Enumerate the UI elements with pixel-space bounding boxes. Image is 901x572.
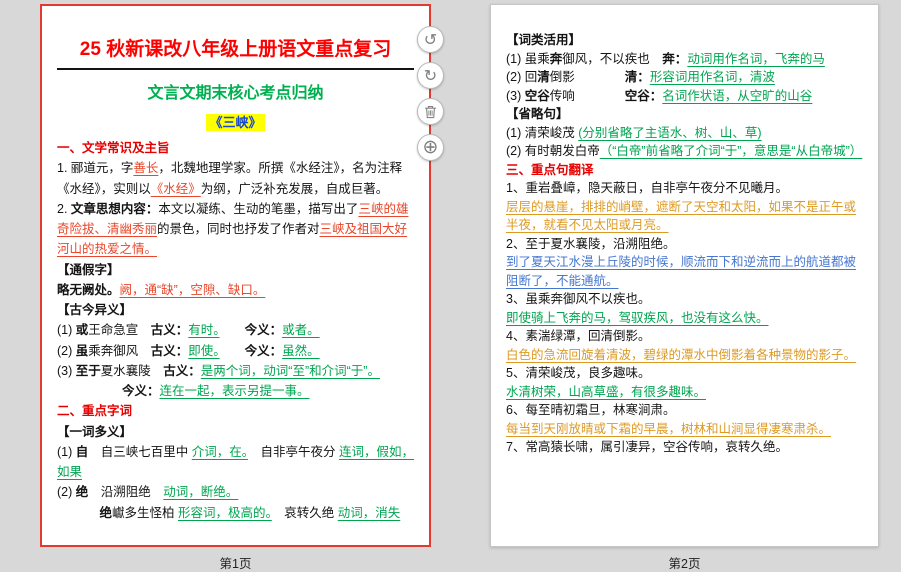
text-line: (1) 或王命急宣 古义：有时。 今义：或者。 [57,320,414,340]
text-line: 1、重岩叠嶂，隐天蔽日，自非亭午夜分不见曦月。 [506,179,863,198]
text-line: 2. 文章思想内容：本文以凝练、生动的笔墨，描写出了三峡的雄奇险拔、清幽秀丽的景… [57,199,414,260]
text-line: 5、清荣峻茂，良多趣味。 [506,364,863,383]
document-title: 25 秋新课改八年级上册语文重点复习 [57,34,414,61]
trash-icon [424,105,437,119]
text-line: 2、至于夏水襄陵，沿溯阻绝。 [506,235,863,254]
text-line: 层层的悬崖，排排的峭壁，遮断了天空和太阳，如果不是正午或半夜，就看不见太阳或月亮… [506,198,863,235]
text-line: 6、每至晴初霜旦，林寒涧肃。 [506,401,863,420]
rotate-ccw-icon: ↺ [424,32,437,48]
text-line: 二、重点字词 [57,401,414,421]
page-1-content: 一、文学常识及主旨1. 郦道元，字善长，北魏地理学家。所撰《水经注》，名为注释《… [57,138,414,523]
text-line: 水清树荣，山高草盛，有很多趣味。 [506,383,863,402]
page-2-label: 第2页 [490,553,879,572]
rotate-cw-icon: ↻ [424,68,437,84]
text-line: (1) 清荣峻茂 (分别省略了主语水、树、山、草) [506,124,863,143]
page-toolbar: ↺ ↻ ⊕ [417,26,444,161]
text-line: 4、素湍绿潭，回清倒影。 [506,327,863,346]
text-line: (2) 绝 沿溯阻绝 动词，断绝。 [57,482,414,502]
page-1[interactable]: 25 秋新课改八年级上册语文重点复习 文言文期末核心考点归纳 《三峡》 一、文学… [40,4,431,547]
text-line: (1) 自 自三峡七百里中 介词，在。 自非亭午夜分 连词，假如，如果 [57,442,414,483]
text-line: 一、文学常识及主旨 [57,138,414,158]
page-1-label: 第1页 [40,553,431,572]
text-line: 【词类活用】 [506,31,863,50]
text-line: 【一词多义】 [57,422,414,442]
page-2-body: 【词类活用】(1) 虽乘奔御风，不以疾也 奔：动词用作名词，飞奔的马(2) 回清… [491,5,878,457]
text-line: 今义：连在一起，表示另提一事。 [57,381,414,401]
text-line: 7、常高猿长啸，属引凄异，空谷传响，哀转久绝。 [506,438,863,457]
title-divider [57,68,414,70]
text-line: 即使骑上飞奔的马，驾驭疾风，也没有这么快。 [506,309,863,328]
text-line: 白色的急流回旋着清波，碧绿的潭水中倒影着各种景物的影子。 [506,346,863,365]
text-line: 3、虽乘奔御风不以疾也。 [506,290,863,309]
document-subtitle: 文言文期末核心考点归纳 [57,79,414,103]
rotate-cw-button[interactable]: ↻ [417,62,444,89]
text-line: 三、重点句翻译 [506,161,863,180]
plus-circle-icon: ⊕ [423,138,439,157]
page-2-content: 【词类活用】(1) 虽乘奔御风，不以疾也 奔：动词用作名词，飞奔的马(2) 回清… [506,31,863,457]
text-line: 到了夏天江水漫上丘陵的时候，顺流而下和逆流而上的航道都被阻断了，不能通航。 [506,253,863,290]
page-1-body: 25 秋新课改八年级上册语文重点复习 文言文期末核心考点归纳 《三峡》 一、文学… [42,6,429,523]
text-line: 【古今异义】 [57,300,414,320]
zoom-in-button[interactable]: ⊕ [417,134,444,161]
delete-page-button[interactable] [417,98,444,125]
text-line: (1) 虽乘奔御风，不以疾也 奔：动词用作名词，飞奔的马 [506,50,863,69]
workspace: { "colors": { "page_border_selected": "#… [0,0,901,571]
text-line: (3) 空谷传响 空谷：名词作状语，从空旷的山谷 [506,87,863,106]
text-line: 绝巘多生怪柏 形容词，极高的。 哀转久绝 动词，消失 [57,503,414,523]
text-line: (2) 虽乘奔御风 古义：即使。 今义：虽然。 [57,341,414,361]
text-line: 略无阙处。阙，通“缺”，空隙、缺口。 [57,280,414,300]
rotate-ccw-button[interactable]: ↺ [417,26,444,53]
page-2[interactable]: 【词类活用】(1) 虽乘奔御风，不以疾也 奔：动词用作名词，飞奔的马(2) 回清… [490,4,879,547]
text-line: (2) 有时朝发白帝（“白帝”前省略了介词“于”，意思是“从白帝城”） [506,142,863,161]
text-line: 1. 郦道元，字善长，北魏地理学家。所撰《水经注》，名为注释《水经》，实则以《水… [57,158,414,199]
text-line: 【省略句】 [506,105,863,124]
text-line: 每当到天刚放晴或下霜的早晨，树林和山涧显得凄寒肃杀。 [506,420,863,439]
text-line: 【通假字】 [57,260,414,280]
text-line: (3) 至于夏水襄陵 古义：是两个词，动词“至”和介词“于”。 [57,361,414,381]
lesson-badge-row: 《三峡》 [57,112,414,132]
lesson-badge: 《三峡》 [206,114,264,131]
text-line: (2) 回清倒影 清：形容词用作名词，清波 [506,68,863,87]
